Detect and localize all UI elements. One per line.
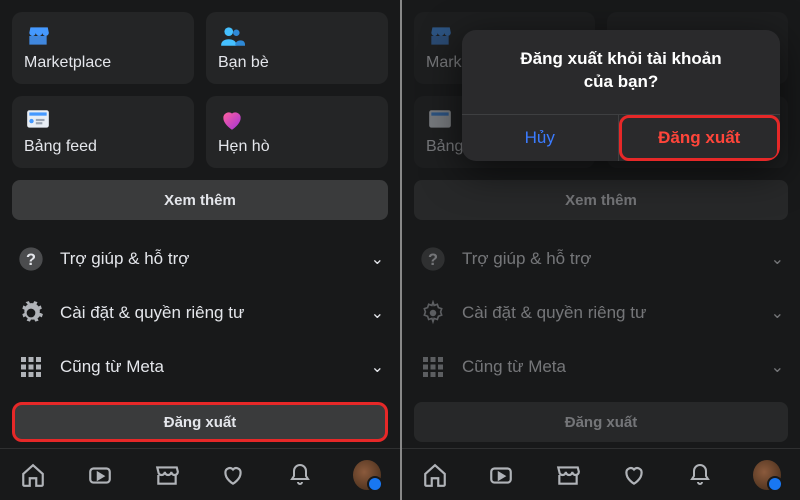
tile-friends[interactable]: Bạn bè	[206, 12, 388, 84]
avatar	[753, 460, 781, 490]
bottom-nav	[0, 448, 400, 500]
dialog-message: Đăng xuất khỏi tài khoảncủa bạn?	[462, 30, 780, 114]
heart-icon	[218, 106, 246, 134]
settings-list: ? Trợ giúp & hỗ trợ ⌄ Cài đặt & quyền ri…	[0, 232, 400, 394]
apps-grid-icon	[16, 352, 46, 382]
chevron-down-icon: ⌄	[771, 249, 784, 269]
dialog-buttons: Hủy Đăng xuất	[462, 114, 780, 161]
friends-icon	[218, 22, 246, 50]
dating-nav-icon[interactable]	[620, 461, 648, 489]
see-more-button[interactable]: Xem thêm	[12, 180, 388, 220]
menu-avatar[interactable]	[753, 461, 781, 489]
row-label: Trợ giúp & hỗ trợ	[60, 249, 357, 269]
row-settings: Cài đặt & quyền riêng tư ⌄	[402, 286, 800, 340]
feeds-icon	[426, 106, 454, 134]
chevron-down-icon: ⌄	[771, 357, 784, 377]
dialog-confirm-button[interactable]: Đăng xuất	[619, 115, 781, 161]
row-label: Cũng từ Meta	[462, 357, 757, 377]
tile-dating[interactable]: Hẹn hò	[206, 96, 388, 168]
notifications-icon[interactable]	[286, 461, 314, 489]
row-label: Cũng từ Meta	[60, 357, 357, 377]
home-icon[interactable]	[421, 461, 449, 489]
watch-icon[interactable]	[487, 461, 515, 489]
row-label: Cài đặt & quyền riêng tư	[462, 303, 757, 323]
logout-button: Đăng xuất	[414, 402, 788, 442]
apps-grid-icon	[418, 352, 448, 382]
row-help: ? Trợ giúp & hỗ trợ ⌄	[402, 232, 800, 286]
row-label: Cài đặt & quyền riêng tư	[60, 303, 357, 323]
svg-text:?: ?	[428, 251, 438, 269]
tile-label: Bảng feed	[24, 138, 182, 156]
dating-nav-icon[interactable]	[219, 461, 247, 489]
row-settings[interactable]: Cài đặt & quyền riêng tư ⌄	[0, 286, 400, 340]
shortcut-grid: Marketplace Bạn bè Bảng feed Hẹn hò	[0, 0, 400, 168]
gear-icon	[16, 298, 46, 328]
see-more-button: Xem thêm	[414, 180, 788, 220]
avatar	[353, 460, 381, 490]
logout-confirm-dialog: Đăng xuất khỏi tài khoảncủa bạn? Hủy Đăn…	[462, 30, 780, 161]
tile-label: Hẹn hò	[218, 138, 376, 156]
tile-label: Marketplace	[24, 54, 182, 72]
svg-text:?: ?	[26, 251, 36, 269]
tile-feeds[interactable]: Bảng feed	[12, 96, 194, 168]
row-help[interactable]: ? Trợ giúp & hỗ trợ ⌄	[0, 232, 400, 286]
chevron-down-icon: ⌄	[371, 303, 384, 323]
feeds-icon	[24, 106, 52, 134]
chevron-down-icon: ⌄	[371, 249, 384, 269]
screen-menu: Marketplace Bạn bè Bảng feed Hẹn hò Xem …	[0, 0, 400, 500]
tile-marketplace[interactable]: Marketplace	[12, 12, 194, 84]
logout-button[interactable]: Đăng xuất	[12, 402, 388, 442]
help-icon: ?	[418, 244, 448, 274]
screen-logout-dialog: Marketplace Bạn bè Bảng feed Hẹn hò Xem …	[400, 0, 800, 500]
chevron-down-icon: ⌄	[371, 357, 384, 377]
dialog-cancel-button[interactable]: Hủy	[462, 115, 619, 161]
marketplace-nav-icon[interactable]	[153, 461, 181, 489]
marketplace-icon	[24, 22, 52, 50]
bottom-nav	[402, 448, 800, 500]
marketplace-icon	[426, 22, 454, 50]
chevron-down-icon: ⌄	[771, 303, 784, 323]
row-meta[interactable]: Cũng từ Meta ⌄	[0, 340, 400, 394]
watch-icon[interactable]	[86, 461, 114, 489]
row-meta: Cũng từ Meta ⌄	[402, 340, 800, 394]
notifications-icon[interactable]	[686, 461, 714, 489]
home-icon[interactable]	[19, 461, 47, 489]
row-label: Trợ giúp & hỗ trợ	[462, 249, 757, 269]
help-icon: ?	[16, 244, 46, 274]
marketplace-nav-icon[interactable]	[554, 461, 582, 489]
tile-label: Bạn bè	[218, 54, 376, 72]
gear-icon	[418, 298, 448, 328]
logout-wrap: Đăng xuất	[0, 394, 400, 448]
menu-avatar[interactable]	[353, 461, 381, 489]
